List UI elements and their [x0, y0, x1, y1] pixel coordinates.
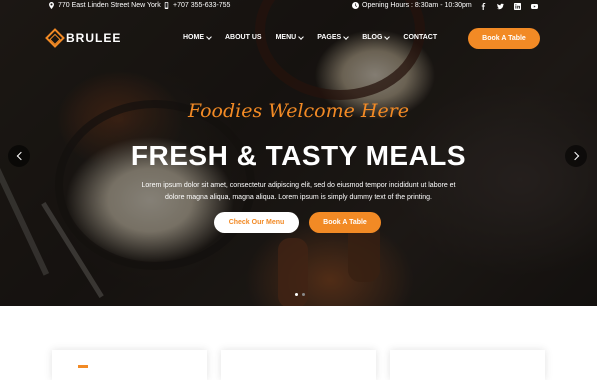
slider-dot[interactable]: [302, 293, 305, 296]
hero-script-title: Foodies Welcome Here: [187, 100, 410, 122]
map-pin-icon: [49, 2, 54, 9]
nav-item-home[interactable]: HOME: [183, 33, 212, 41]
top-info-bar: 770 East Linden Street New York +707 355…: [0, 0, 597, 13]
linkedin-icon[interactable]: [513, 2, 521, 10]
hero-description: Lorem ipsum dolor sit amet, consectetur …: [138, 180, 459, 204]
brand-name: BRULEE: [66, 31, 122, 45]
brand-logo[interactable]: BRULEE: [45, 28, 122, 48]
feature-card: [390, 350, 545, 380]
twitter-icon[interactable]: [496, 2, 504, 10]
facebook-icon[interactable]: [479, 2, 487, 10]
opening-hours-info: Opening Hours : 8:30am - 10:30pm: [352, 2, 472, 9]
slider-pagination: [295, 293, 305, 296]
hero-headline: FRESH & TASTY MEALS: [130, 140, 467, 171]
nav-item-pages[interactable]: PAGES: [317, 33, 350, 41]
chevron-down-icon: [384, 33, 391, 40]
hero-description-line: dolore magna aliqua, magna aliqua. Lorem…: [165, 194, 432, 201]
nav-item-about-us[interactable]: ABOUT US: [225, 34, 262, 41]
address-text: 770 East Linden Street New York: [58, 2, 161, 9]
main-navigation: HOME ABOUT US MENU PAGES BLOG CONTACT: [183, 33, 437, 41]
nav-item-blog[interactable]: BLOG: [362, 33, 391, 41]
slider-dot[interactable]: [295, 293, 298, 296]
slider-next-button[interactable]: [565, 145, 587, 167]
nav-label: PAGES: [317, 34, 342, 41]
youtube-icon[interactable]: [530, 2, 538, 10]
book-table-hero-button[interactable]: Book A Table: [309, 212, 381, 233]
slider-prev-button[interactable]: [8, 145, 30, 167]
nav-item-contact[interactable]: CONTACT: [403, 34, 437, 41]
phone-icon: [164, 2, 169, 9]
chevron-down-icon: [206, 33, 212, 40]
chevron-down-icon: [298, 33, 305, 40]
logo-mark-icon: [45, 28, 65, 48]
feature-card: [52, 350, 207, 380]
nav-label: CONTACT: [403, 34, 438, 41]
nav-label: BLOG: [362, 34, 383, 41]
phone-text[interactable]: +707 355-633-755: [173, 2, 230, 9]
chevron-down-icon: [343, 33, 350, 40]
nav-label: HOME: [183, 34, 204, 41]
nav-item-menu[interactable]: MENU: [275, 33, 305, 41]
address-info: 770 East Linden Street New York: [48, 2, 161, 9]
book-table-nav-button[interactable]: Book A Table: [468, 28, 540, 49]
chevron-right-icon: [570, 151, 579, 161]
nav-label: MENU: [275, 34, 297, 41]
social-links: [479, 2, 538, 10]
clock-icon: [352, 2, 359, 9]
check-menu-button[interactable]: Check Our Menu: [214, 212, 299, 233]
feature-card: [221, 350, 376, 380]
phone-info[interactable]: +707 355-633-755: [163, 2, 230, 9]
opening-hours-text: Opening Hours : 8:30am - 10:30pm: [362, 2, 472, 9]
hero-description-line: Lorem ipsum dolor sit amet, consectetur …: [141, 182, 456, 189]
nav-label: ABOUT US: [225, 34, 262, 41]
chevron-left-icon: [16, 151, 25, 161]
